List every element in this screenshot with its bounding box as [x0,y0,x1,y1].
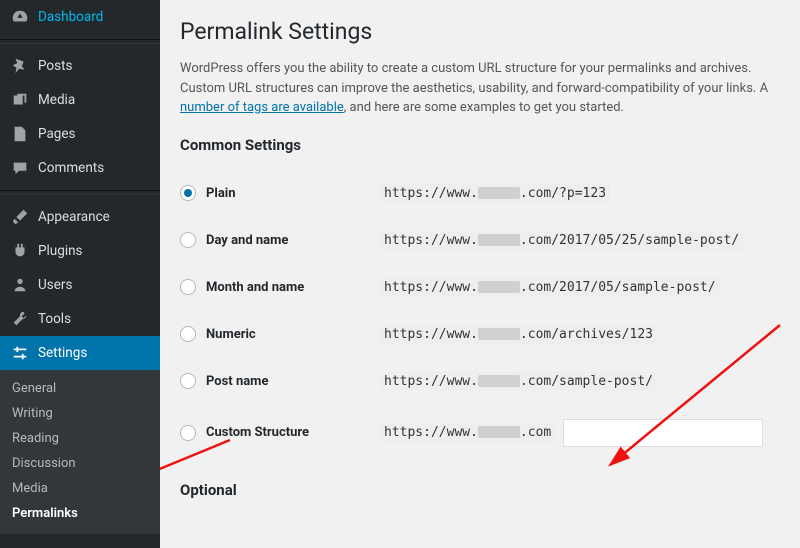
sidebar-label: Plugins [38,243,83,259]
sidebar-label: Posts [38,58,72,74]
gauge-icon [10,7,30,27]
sub-item-general[interactable]: General [0,376,160,401]
sub-item-writing[interactable]: Writing [0,401,160,426]
redacted-domain [478,281,520,293]
optional-heading: Optional [180,481,780,499]
page-title: Permalink Settings [180,18,780,45]
sidebar-item-plugins[interactable]: Plugins [0,234,160,268]
radio-icon[interactable] [180,425,196,441]
option-label: Plain [206,186,236,201]
sidebar-item-settings[interactable]: Settings [0,336,160,370]
option-label: Post name [206,374,268,389]
option-custom[interactable]: Custom Structure [180,425,370,441]
sidebar-label: Media [38,92,75,108]
radio-icon[interactable] [180,279,196,295]
custom-structure-input[interactable] [563,419,763,447]
option-label: Numeric [206,327,256,342]
radio-icon[interactable] [180,232,196,248]
example-url-numeric: https://www..com/archives/123 [380,325,657,344]
media-icon [10,90,30,110]
page-icon [10,124,30,144]
sidebar-label: Comments [38,160,104,176]
redacted-domain [478,328,520,340]
sub-item-reading[interactable]: Reading [0,426,160,451]
tags-available-link[interactable]: number of tags are available [180,100,344,115]
sub-item-permalinks[interactable]: Permalinks [0,501,160,526]
sidebar-item-users[interactable]: Users [0,268,160,302]
redacted-domain [478,187,520,199]
example-url-dayname: https://www..com/2017/05/25/sample-post/ [380,231,743,250]
redacted-domain [478,375,520,387]
example-url-plain: https://www..com/?p=123 [380,184,610,203]
sidebar-label: Dashboard [38,9,103,25]
pin-icon [10,56,30,76]
sidebar-item-posts[interactable]: Posts [0,49,160,83]
wrench-icon [10,309,30,329]
settings-submenu: General Writing Reading Discussion Media… [0,370,160,534]
permalink-options-table: Plain https://www..com/?p=123 Day and na… [180,170,780,461]
sub-item-media[interactable]: Media [0,476,160,501]
common-settings-heading: Common Settings [180,136,780,154]
radio-icon[interactable] [180,185,196,201]
main-content: Permalink Settings WordPress offers you … [160,0,800,548]
sub-item-discussion[interactable]: Discussion [0,451,160,476]
example-url-custom-prefix: https://www..com [380,423,555,442]
sidebar-item-media[interactable]: Media [0,83,160,117]
sidebar-item-tools[interactable]: Tools [0,302,160,336]
option-label: Custom Structure [206,425,309,440]
redacted-domain [478,234,520,246]
menu-separator [0,190,160,195]
sidebar-label: Pages [38,126,76,142]
option-plain[interactable]: Plain [180,185,370,201]
brush-icon [10,207,30,227]
sidebar-item-appearance[interactable]: Appearance [0,200,160,234]
comment-icon [10,158,30,178]
admin-sidebar: Dashboard Posts Media Pages Comments App… [0,0,160,548]
sidebar-item-comments[interactable]: Comments [0,151,160,185]
sidebar-label: Settings [38,345,87,361]
option-post-name[interactable]: Post name [180,373,370,389]
option-month-name[interactable]: Month and name [180,279,370,295]
user-icon [10,275,30,295]
redacted-domain [478,426,520,438]
sliders-icon [10,343,30,363]
example-url-postname: https://www..com/sample-post/ [380,372,657,391]
plug-icon [10,241,30,261]
option-day-name[interactable]: Day and name [180,232,370,248]
page-intro: WordPress offers you the ability to crea… [180,59,780,118]
sidebar-label: Tools [38,311,71,327]
sidebar-item-pages[interactable]: Pages [0,117,160,151]
intro-text-2: , and here are some examples to get you … [344,100,624,115]
menu-separator [0,39,160,44]
option-label: Month and name [206,280,304,295]
radio-icon[interactable] [180,373,196,389]
radio-icon[interactable] [180,326,196,342]
sidebar-label: Users [38,277,72,293]
sidebar-label: Appearance [38,209,110,225]
option-numeric[interactable]: Numeric [180,326,370,342]
example-url-monthname: https://www..com/2017/05/sample-post/ [380,278,720,297]
option-label: Day and name [206,233,288,248]
intro-text: WordPress offers you the ability to crea… [180,61,768,96]
sidebar-item-dashboard[interactable]: Dashboard [0,0,160,34]
